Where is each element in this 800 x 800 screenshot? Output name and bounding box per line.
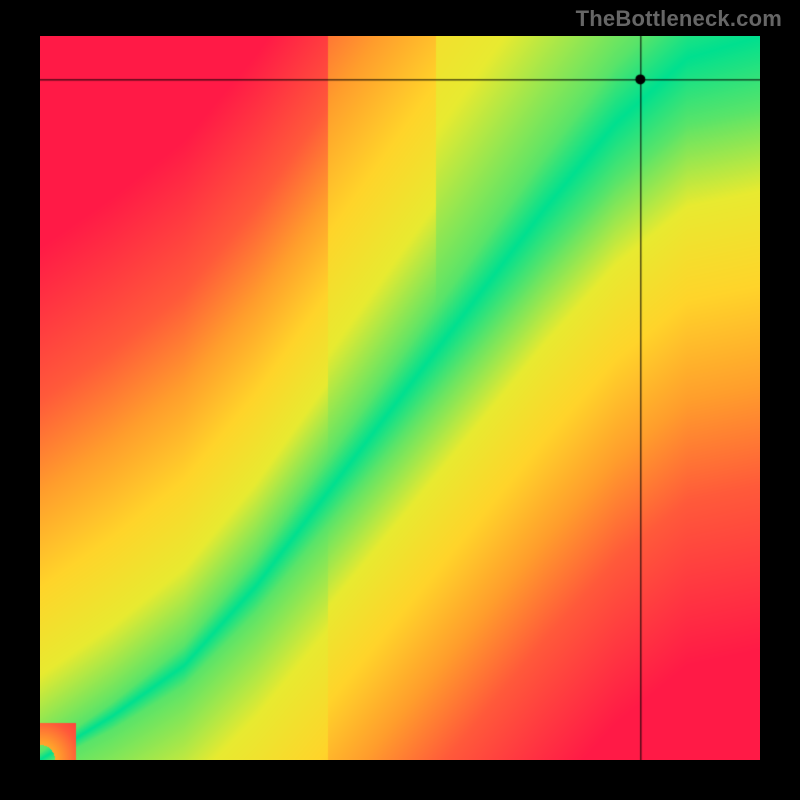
bottleneck-heatmap	[40, 36, 760, 760]
chart-container: TheBottleneck.com	[0, 0, 800, 800]
attribution-text: TheBottleneck.com	[576, 6, 782, 32]
plot-frame	[40, 36, 760, 760]
